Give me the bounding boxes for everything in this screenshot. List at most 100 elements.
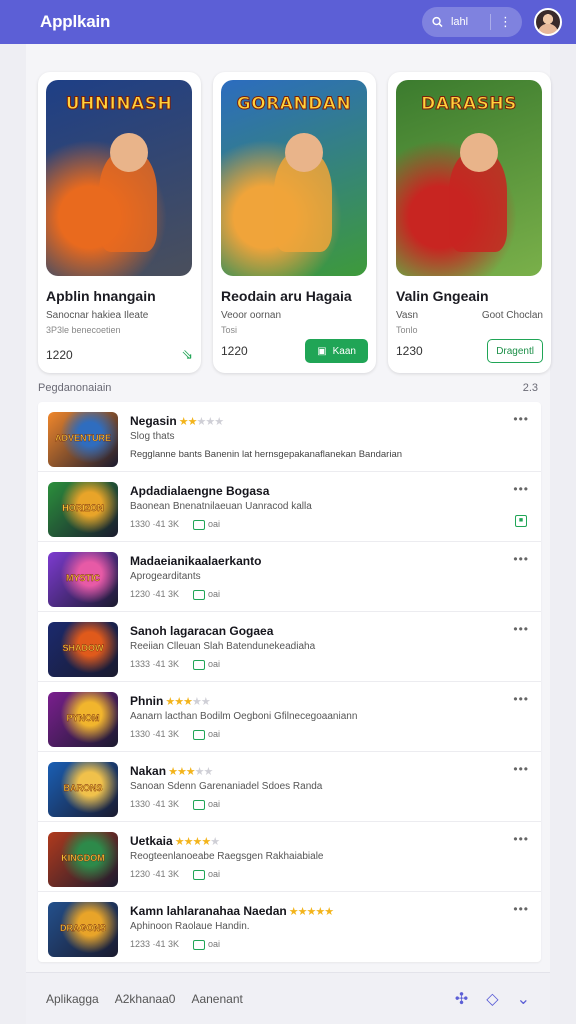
featured-art-title: UHNINASH [65, 94, 173, 115]
installed-badge: ■ [515, 515, 527, 527]
featured-subtitle: Vasn Goot Choclan [396, 310, 543, 321]
list-item[interactable]: BARONS Nakan ★★★★★ Sanoan Sdenn Garenaniad… [38, 752, 541, 822]
more-options-icon[interactable]: ••• [513, 692, 529, 706]
install-label: Kaan [332, 345, 356, 357]
more-vert-icon[interactable]: ⋮ [499, 14, 512, 30]
featured-art[interactable]: GORANDAN [221, 80, 367, 276]
app-thumbnail[interactable]: BARONS [48, 762, 118, 817]
featured-art[interactable]: DARASHS [396, 80, 542, 276]
more-options-icon[interactable]: ••• [513, 622, 529, 636]
install-icon: ▣ [317, 345, 327, 357]
tag-icon[interactable]: ◇ [486, 989, 498, 1009]
app-thumbnail[interactable]: SHADOW [48, 622, 118, 677]
size-label: oai [193, 519, 220, 530]
featured-art-title: DARASHS [421, 94, 517, 115]
app-name: Kamn lahlaranahaa Naedan [130, 904, 287, 918]
hero-head [460, 132, 499, 173]
app-title[interactable]: Apdadialaengne Bogasa [130, 484, 269, 498]
download-icon [193, 729, 206, 740]
avatar[interactable] [534, 8, 562, 36]
app-title[interactable]: Negasin ★★★★★ [130, 414, 224, 428]
app-title[interactable]: Madaeianikaalaerkanto [130, 554, 261, 568]
thumbnail-label: BARONS [63, 782, 103, 793]
search-icon [432, 16, 443, 28]
rating-stars: ★★★★★ [286, 906, 334, 918]
open-arrow-icon[interactable]: ⇘ [181, 346, 193, 363]
featured-card[interactable]: GORANDAN Reodain aru Hagaia Veoor oornan To… [213, 72, 376, 373]
app-subtitle: Reeiian Clleuan Slah Batendunekeadiaha [130, 641, 316, 652]
rating-stars-empty: ★★★ [196, 416, 224, 428]
more-options-icon[interactable]: ••• [513, 482, 529, 496]
section-title: Pegdanonaiain [38, 382, 112, 394]
more-options-icon[interactable]: ••• [513, 902, 529, 916]
list-item[interactable]: KINGDOM Uetkaia ★★★★★ Reogteenlanoeabe Rae… [38, 822, 541, 892]
size-label: oai [193, 939, 220, 950]
more-options-icon[interactable]: ••• [513, 552, 529, 566]
app-subtitle: Sanoan Sdenn Garenaniadel Sdoes Randa [130, 781, 323, 792]
list-item[interactable]: PYNOM Phnin ★★★★★ Aanarn lacthan Bodilm Oe… [38, 682, 541, 752]
thumbnail-label: SHADOW [62, 642, 104, 653]
featured-title: Apblin hnangain [46, 288, 156, 304]
app-thumbnail[interactable]: ADVENTURE [48, 412, 118, 467]
app-title[interactable]: Uetkaia ★★★★★ [130, 834, 220, 848]
chevron-down-icon[interactable]: ⌄ [517, 989, 530, 1009]
more-options-icon[interactable]: ••• [513, 832, 529, 846]
search-button[interactable]: lahl ⋮ [422, 7, 522, 37]
download-icon [193, 519, 206, 530]
size-label: oai [193, 729, 220, 740]
more-options-icon[interactable]: ••• [513, 412, 529, 426]
app-meta: 1330 ·41 3K oai [130, 799, 220, 810]
app-title[interactable]: Kamn lahlaranahaa Naedan ★★★★★ [130, 904, 334, 918]
list-item[interactable]: DRAGONS Kamn lahlaranahaa Naedan ★★★★★ Aph… [38, 892, 541, 962]
rating-stars: ★★★★★ [166, 766, 213, 778]
size-label: oai [193, 659, 220, 670]
app-subtitle: Aanarn lacthan Bodilm Oegboni Gfilnecego… [130, 711, 358, 722]
app-thumbnail[interactable]: PYNOM [48, 692, 118, 747]
app-stats: 1230 ·41 3K [130, 589, 180, 600]
app-meta: 1330 ·41 3K oai [130, 729, 220, 740]
app-thumbnail[interactable]: HORIZON [48, 482, 118, 537]
app-meta: 1333 ·41 3K oai [130, 659, 220, 670]
section-count[interactable]: 2.3 [523, 382, 538, 394]
featured-price: 1230 [396, 344, 423, 358]
bottom-tab-apps[interactable]: Aplikagga [46, 992, 99, 1006]
thumbnail-label: PYNOM [66, 712, 100, 723]
thumbnail-label: ADVENTURE [54, 432, 111, 443]
featured-art[interactable]: UHNINASH [46, 80, 192, 276]
install-button[interactable]: ▣ Kaan [305, 339, 368, 363]
app-thumbnail[interactable]: MYSTIC [48, 552, 118, 607]
featured-title: Valin Gngeain [396, 288, 489, 304]
thumbnail-label: DRAGONS [59, 922, 106, 933]
app-name: Nakan [130, 764, 167, 778]
app-name: Uetkaia [130, 834, 173, 848]
list-item[interactable]: SHADOW Sanoh lagaracan Gogaea Reeiian Clle… [38, 612, 541, 682]
featured-subtitle: Sanocnar hakiea Ileate [46, 310, 193, 321]
bottom-tab-games[interactable]: A2khanaa0 [115, 992, 176, 1006]
app-name: Negasin [130, 414, 177, 428]
app-bar: Applkain lahl ⋮ [0, 0, 576, 44]
get-button[interactable]: Dragentl [487, 339, 543, 363]
featured-card[interactable]: UHNINASH Apblin hnangain Sanocnar hakiea I… [38, 72, 201, 373]
size-label: oai [193, 589, 220, 600]
app-thumbnail[interactable]: DRAGONS [48, 902, 118, 957]
app-thumbnail[interactable]: KINGDOM [48, 832, 118, 887]
featured-footer: 1220 ▣ Kaan [221, 339, 368, 363]
list-item[interactable]: HORIZON Apdadialaengne Bogasa Baonean Bnen… [38, 472, 541, 542]
app-title[interactable]: Nakan ★★★★★ [130, 764, 213, 778]
size-label: oai [193, 869, 220, 880]
more-options-icon[interactable]: ••• [513, 762, 529, 776]
app-title[interactable]: Sanoh lagaracan Gogaea [130, 624, 273, 638]
rating-stars-empty: ★★ [191, 696, 211, 708]
featured-card[interactable]: DARASHS Valin Gngeain Vasn Goot Choclan Tonl… [388, 72, 551, 373]
featured-footer: 1230 Dragentl [396, 339, 543, 363]
list-item[interactable]: ADVENTURE Negasin ★★★★★ Slog thats Regglann… [38, 402, 541, 472]
thumbnail-label: HORIZON [62, 502, 104, 513]
app-stats: 1233 ·41 3K [130, 939, 180, 950]
puzzle-icon[interactable]: ✣ [455, 989, 468, 1009]
featured-meta: 3P3le benecoetien [46, 325, 121, 335]
bottom-tab-account[interactable]: Aanenant [191, 992, 242, 1006]
app-subtitle: Slog thats [130, 431, 175, 442]
app-title[interactable]: Phnin ★★★★★ [130, 694, 211, 708]
list-item[interactable]: MYSTIC Madaeianikaalaerkanto Aprogearditan… [38, 542, 541, 612]
featured-price: 1220 [221, 344, 248, 358]
